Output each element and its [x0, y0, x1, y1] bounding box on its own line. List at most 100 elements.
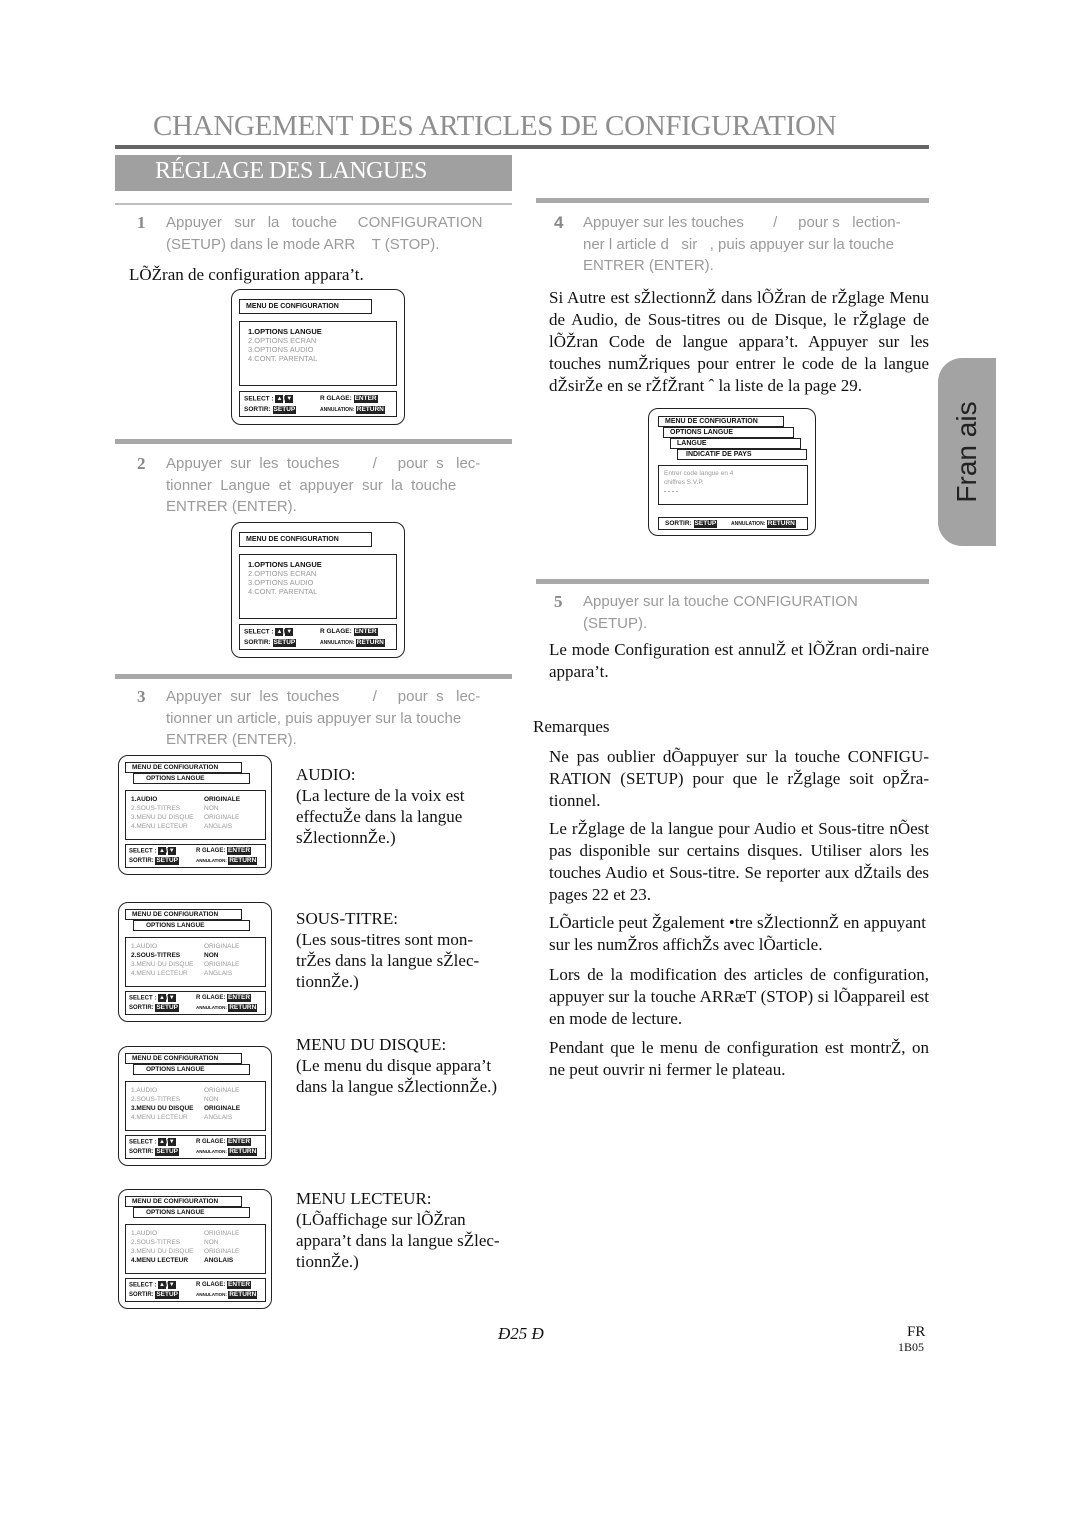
remark-item: Le rŽglage de la langue pour Audio et So… — [549, 819, 929, 904]
screen-title: MENU DE CONFIGURATION — [125, 1196, 242, 1207]
screen-subtitle: OPTIONS LANGUE — [133, 773, 250, 784]
menu-list: 1.OPTIONS LANGUE 2.OPTIONS ECRAN 3.OPTIO… — [239, 321, 397, 386]
divider — [536, 198, 929, 203]
step-number: 4 — [554, 213, 564, 232]
options-list: 1.AUDIO ORIGINALE 2.SOUS-TITRES NON 3.MENU D… — [125, 1224, 266, 1274]
title-divider — [115, 145, 929, 149]
menu-list: 1.OPTIONS LANGUE 2.OPTIONS ECRAN 3.OPTIO… — [239, 554, 397, 619]
menu-item-parental[interactable]: 4.CONT. PARENTAL — [248, 354, 317, 363]
select-label: SELECT : — [129, 848, 157, 855]
document-code: 1B05 — [898, 1340, 925, 1354]
side-tab-label: Fran ais — [951, 401, 982, 503]
menu-item-audio[interactable]: 3.OPTIONS AUDIO — [248, 345, 313, 354]
setup-key: SETUP — [693, 520, 718, 528]
menu-item-language[interactable]: 1.OPTIONS LANGUE — [248, 327, 322, 336]
option-label[interactable]: 2.SOUS-TITRES — [131, 1238, 180, 1247]
option-value: ORIGINALE — [204, 943, 240, 950]
annulation-label: ANNULATION: — [196, 1292, 227, 1297]
enter-key: ENTER — [353, 395, 378, 403]
code-entry-box: Entrer code langue en 4 chiffres S.V.P. … — [658, 465, 808, 505]
description-line: (Les sous-titres sont mon- — [296, 930, 474, 949]
option-label[interactable]: 1.AUDIO — [131, 795, 157, 804]
code-prompt: chiffres S.V.P. — [664, 479, 704, 486]
up-arrow-icon: ▲ — [158, 847, 167, 855]
option-label[interactable]: 4.MENU LECTEUR — [131, 1256, 188, 1265]
option-value: NON — [204, 805, 219, 812]
description-line: sŽlectionnŽe.) — [296, 828, 396, 847]
down-arrow-icon: ▼ — [285, 395, 294, 403]
step-1-result: LÕŽran de configuration appara’t. — [129, 265, 364, 284]
options-list: 1.AUDIO ORIGINALE 2.SOUS-TITRES NON 3.MENU D… — [125, 790, 266, 840]
menu-item-screen[interactable]: 2.OPTIONS ECRAN — [248, 336, 316, 345]
return-key: RETURN — [228, 1004, 258, 1012]
language-options-screen: MENU DE CONFIGURATION OPTIONS LANGUE 1.A… — [118, 902, 272, 1022]
up-arrow-icon: ▲ — [158, 1281, 167, 1289]
option-label[interactable]: 4.MENU LECTEUR — [131, 1113, 188, 1122]
select-label: SELECT : — [244, 395, 274, 403]
step-line: tionner un article, puis appuyer sur la … — [166, 709, 462, 727]
option-label[interactable]: 3.MENU DU DISQUE — [131, 1247, 193, 1256]
remark-item: Lors de la modification des articles de … — [549, 965, 929, 1028]
screen-title: MENU DE CONFIGURATION — [239, 532, 372, 547]
setup-key: SETUP — [155, 1004, 180, 1012]
step-3: 3 Appuyer sur les touches / pour s lec- … — [115, 686, 515, 752]
step-line: Appuyer sur la touche CONFIGURATION — [583, 593, 858, 610]
sortir-label: SORTIR: — [129, 1149, 154, 1155]
step-line: Appuyer sur les touches / pour s lec- — [166, 455, 481, 472]
down-arrow-icon: ▼ — [285, 628, 294, 636]
return-key: RETURN — [228, 1291, 258, 1299]
option-label[interactable]: 4.MENU LECTEUR — [131, 969, 188, 978]
setup-key: SETUP — [155, 1148, 180, 1156]
option-label[interactable]: 4.MENU LECTEUR — [131, 822, 188, 831]
select-label: SELECT : — [244, 628, 274, 636]
code-prompt: Entrer code langue en 4 — [664, 470, 734, 477]
sortir-label: SORTIR: — [129, 858, 154, 864]
option-label[interactable]: 3.MENU DU DISQUE — [131, 1104, 193, 1113]
option-description: AUDIO: (La lecture de la voix est effectuŽ… — [296, 764, 516, 848]
code-input[interactable]: - - - - — [664, 487, 678, 496]
setup-menu-screen: MENU DE CONFIGURATION 1.OPTIONS LANGUE 2… — [231, 289, 405, 425]
description-line: dans la langue sŽlectionnŽe.) — [296, 1077, 498, 1096]
return-key: RETURN — [766, 520, 796, 528]
menu-item-parental[interactable]: 4.CONT. PARENTAL — [248, 587, 317, 596]
screen-subtitle: OPTIONS LANGUE — [133, 920, 250, 931]
step-4-paragraph: Si Autre est sŽlectionnŽ dans lÕŽran de … — [549, 288, 929, 395]
option-value: ORIGINALE — [204, 1087, 240, 1094]
option-label[interactable]: 1.AUDIO — [131, 1229, 157, 1238]
sortir-label: SORTIR: — [244, 639, 271, 646]
reglage-label: R GLAGE: — [196, 848, 226, 854]
screen-footer: SELECT : ▲/▼ R GLAGE: ENTER SORTIR: SETU… — [239, 624, 397, 650]
option-label[interactable]: 3.MENU DU DISQUE — [131, 813, 193, 822]
return-key: RETURN — [228, 857, 258, 865]
screen-footer: SELECT : ▲/▼ R GLAGE: ENTER SORTIR: SETU… — [125, 1135, 266, 1159]
remark-item: Ne pas oublier dÕappuyer sur la touche C… — [549, 747, 929, 810]
language-code: FR — [907, 1324, 926, 1340]
annulation-label: ANNULATION: — [320, 640, 355, 646]
step-5: 5 Appuyer sur la touche CONFIGURATION (S… — [536, 591, 936, 635]
option-label[interactable]: 1.AUDIO — [131, 942, 157, 951]
down-arrow-icon: ▼ — [167, 994, 176, 1002]
enter-key: ENTER — [227, 1281, 252, 1289]
description-line: tionnŽe.) — [296, 1252, 359, 1271]
enter-key: ENTER — [227, 994, 252, 1002]
description-line: effectuŽe dans la langue — [296, 807, 463, 826]
menu-item-audio[interactable]: 3.OPTIONS AUDIO — [248, 578, 313, 587]
options-list: 1.AUDIO ORIGINALE 2.SOUS-TITRES NON 3.MENU D… — [125, 1081, 266, 1131]
return-key: RETURN — [228, 1148, 258, 1156]
step-2: 2 Appuyer sur les touches / pour s lec- … — [115, 453, 515, 519]
reglage-label: R GLAGE: — [196, 1282, 226, 1288]
menu-item-language[interactable]: 1.OPTIONS LANGUE — [248, 560, 322, 569]
step-line: (SETUP) dans le mode ARR T (STOP). — [166, 235, 440, 253]
option-value: ORIGINALE — [204, 814, 240, 821]
option-value: ORIGINALE — [204, 796, 241, 803]
option-value: ANGLAIS — [204, 1257, 234, 1264]
step-line: ENTRER (ENTER). — [583, 257, 714, 274]
menu-item-screen[interactable]: 2.OPTIONS ECRAN — [248, 569, 316, 578]
option-label[interactable]: 2.SOUS-TITRES — [131, 804, 180, 813]
option-label[interactable]: 2.SOUS-TITRES — [131, 1095, 180, 1104]
reglage-label: R GLAGE: — [196, 995, 226, 1001]
option-label[interactable]: 2.SOUS-TITRES — [131, 951, 180, 960]
option-label[interactable]: 1.AUDIO — [131, 1086, 157, 1095]
down-arrow-icon: ▼ — [167, 847, 176, 855]
option-label[interactable]: 3.MENU DU DISQUE — [131, 960, 193, 969]
